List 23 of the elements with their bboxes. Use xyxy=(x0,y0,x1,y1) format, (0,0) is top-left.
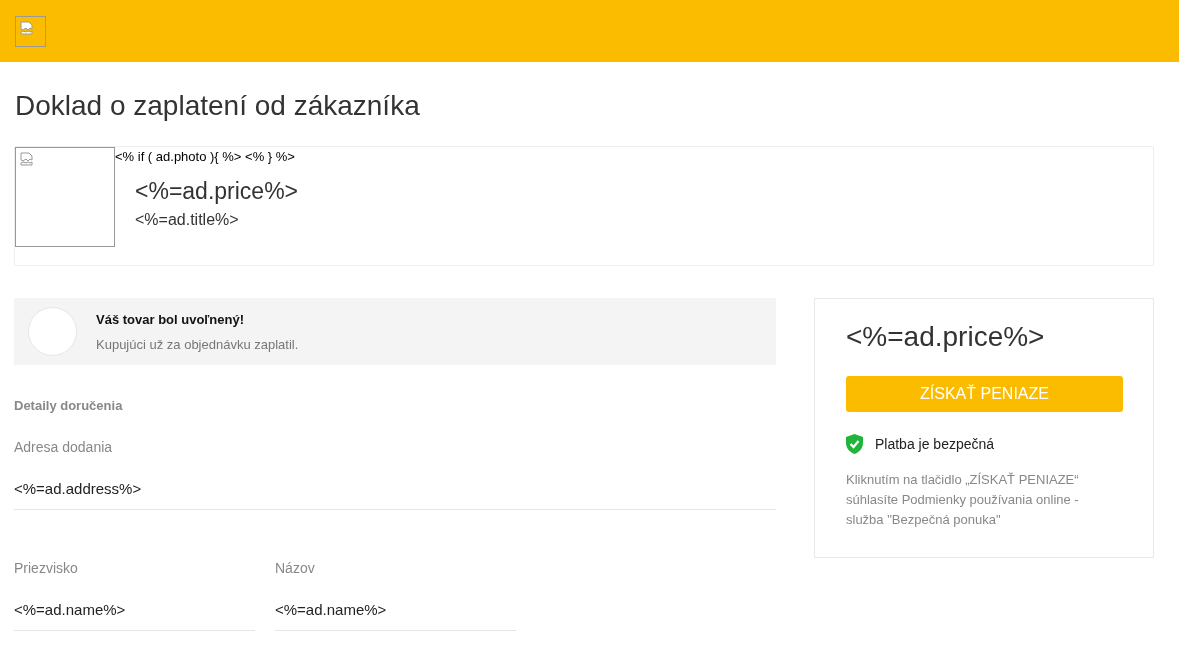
section-heading: Detaily doručenia xyxy=(14,398,124,413)
template-text: <% if ( ad.photo ){ %> <% } %> xyxy=(115,149,296,164)
notice-title: Váš tovar bol uvoľnený! xyxy=(96,311,246,327)
avatar-circle xyxy=(28,307,77,356)
field-label: Názov xyxy=(275,560,316,576)
form-field[interactable]: Priezvisko <%=ad.name%> xyxy=(14,560,255,631)
terms-text: Kliknutím na tlačidlo „ZÍSKAŤ PENIAZE“ súhlasíte Podmienky používania online - služba "Bezpečná ponuka" xyxy=(846,471,1080,529)
summary-price: <%=ad.price%> xyxy=(846,321,1046,353)
form-field[interactable]: Názov <%=ad.name%> xyxy=(275,560,516,631)
field-value: <%=ad.name%> xyxy=(14,601,127,618)
form-field[interactable]: Adresa dodania <%=ad.address%> xyxy=(14,439,776,510)
field-label: Priezvisko xyxy=(14,560,79,576)
field-value: <%=ad.name%> xyxy=(275,601,388,618)
field-value: <%=ad.address%> xyxy=(14,480,143,497)
notice-text: Kupujúci už za objednávku zaplatil. xyxy=(96,336,299,352)
broken-image-icon xyxy=(20,152,34,166)
shield-check-icon xyxy=(846,434,863,454)
product-title: <%=ad.title%> xyxy=(135,211,240,229)
product-price: <%=ad.price%> xyxy=(135,178,299,205)
broken-image-icon xyxy=(20,20,34,35)
secure-payment-text: Platba je bezpečná xyxy=(875,436,995,452)
page-title: Doklad o zaplatení od zákazníka xyxy=(15,90,421,122)
field-label: Adresa dodania xyxy=(14,439,114,455)
